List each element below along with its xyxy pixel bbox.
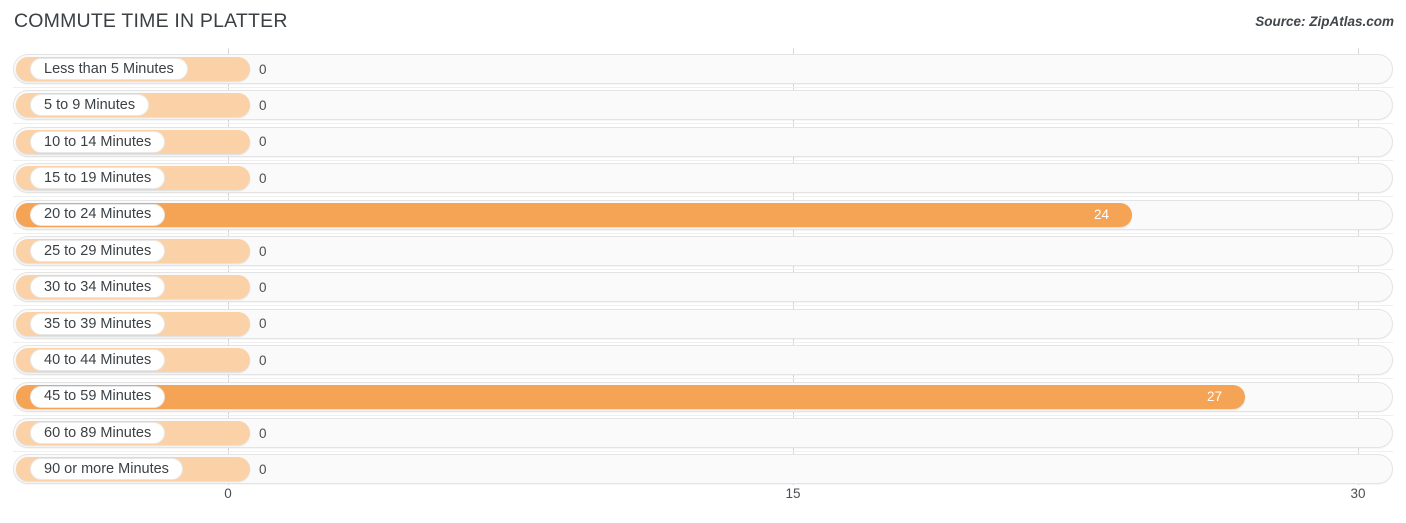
category-label: 90 or more Minutes bbox=[44, 461, 169, 478]
row-separator bbox=[13, 87, 1393, 88]
chart-row[interactable]: 35 to 39 Minutes 0 bbox=[0, 308, 1406, 339]
row-separator bbox=[13, 159, 1393, 161]
row-separator bbox=[13, 451, 1393, 452]
chart-row[interactable]: 45 to 59 Minutes 27 bbox=[0, 381, 1406, 412]
category-label-pill: 25 to 29 Minutes bbox=[30, 240, 166, 262]
category-label-pill: Less than 5 Minutes bbox=[30, 58, 188, 80]
chart-row[interactable]: 15 to 19 Minutes 0 bbox=[0, 163, 1406, 194]
category-label: 25 to 29 Minutes bbox=[44, 242, 152, 259]
category-label-pill: 20 to 24 Minutes bbox=[30, 203, 166, 226]
category-label-pill: 45 to 59 Minutes bbox=[30, 385, 166, 408]
chart-row[interactable]: Less than 5 Minutes 0 bbox=[0, 54, 1406, 84]
bar-value-label: 0 bbox=[259, 279, 267, 295]
bar-value-label: 24 bbox=[1094, 207, 1110, 223]
row-separator bbox=[13, 378, 1393, 380]
category-label: 60 to 89 Minutes bbox=[44, 424, 152, 441]
chart-row[interactable]: 90 or more Minutes 0 bbox=[0, 454, 1406, 485]
x-axis-tick-30: 30 bbox=[1350, 486, 1366, 501]
category-label-pill: 90 or more Minutes bbox=[30, 458, 183, 481]
bar-value-label: 0 bbox=[259, 243, 267, 259]
category-label: 40 to 44 Minutes bbox=[44, 351, 152, 368]
category-label-pill: 35 to 39 Minutes bbox=[30, 312, 166, 335]
bar-value-label: 0 bbox=[259, 61, 267, 77]
category-label: 15 to 19 Minutes bbox=[44, 169, 152, 186]
data-bar[interactable] bbox=[16, 384, 1245, 409]
row-separator bbox=[13, 196, 1393, 198]
category-label-pill: 15 to 19 Minutes bbox=[30, 167, 166, 190]
chart-row[interactable]: 40 to 44 Minutes 0 bbox=[0, 345, 1406, 376]
source-attribution: Source: ZipAtlas.com bbox=[1255, 14, 1394, 29]
x-axis: 0 15 30 bbox=[0, 486, 1406, 512]
chart-row[interactable]: 20 to 24 Minutes 24 bbox=[0, 199, 1406, 230]
category-label-pill: 10 to 14 Minutes bbox=[30, 130, 166, 153]
category-label: 45 to 59 Minutes bbox=[44, 388, 152, 405]
category-label-pill: 60 to 89 Minutes bbox=[30, 422, 166, 444]
page-title: COMMUTE TIME IN PLATTER bbox=[14, 10, 288, 32]
category-label: Less than 5 Minutes bbox=[44, 60, 174, 77]
category-label-pill: 40 to 44 Minutes bbox=[30, 349, 166, 372]
bar-value-label: 0 bbox=[259, 461, 267, 477]
row-separator bbox=[13, 414, 1393, 416]
chart-row[interactable]: 60 to 89 Minutes 0 bbox=[0, 418, 1406, 448]
chart-page: COMMUTE TIME IN PLATTER Source: ZipAtlas… bbox=[0, 0, 1406, 523]
category-label: 5 to 9 Minutes bbox=[44, 97, 136, 114]
plot-area: Less than 5 Minutes 0 5 to 9 Minutes 0 10 to… bbox=[0, 48, 1406, 485]
chart-row[interactable]: 5 to 9 Minutes 0 bbox=[0, 90, 1406, 121]
bar-value-label: 0 bbox=[259, 425, 267, 441]
data-bar[interactable] bbox=[16, 202, 1132, 227]
row-separator bbox=[13, 305, 1393, 307]
category-label: 10 to 14 Minutes bbox=[44, 133, 152, 150]
chart-row[interactable]: 25 to 29 Minutes 0 bbox=[0, 236, 1406, 266]
row-separator bbox=[13, 123, 1393, 125]
bar-value-label: 0 bbox=[259, 97, 267, 113]
chart-row[interactable]: 30 to 34 Minutes 0 bbox=[0, 272, 1406, 303]
category-label-pill: 5 to 9 Minutes bbox=[30, 94, 150, 117]
bar-value-label: 0 bbox=[259, 352, 267, 368]
chart-row[interactable]: 10 to 14 Minutes 0 bbox=[0, 126, 1406, 157]
x-axis-tick-0: 0 bbox=[224, 486, 232, 501]
category-label: 35 to 39 Minutes bbox=[44, 315, 152, 332]
category-label-pill: 30 to 34 Minutes bbox=[30, 276, 166, 299]
x-axis-tick-15: 15 bbox=[785, 486, 801, 501]
bar-value-label: 0 bbox=[259, 134, 267, 150]
bar-value-label: 27 bbox=[1207, 389, 1223, 405]
bar-value-label: 0 bbox=[259, 170, 267, 186]
category-label: 30 to 34 Minutes bbox=[44, 279, 152, 296]
row-separator bbox=[13, 341, 1393, 343]
row-separator bbox=[13, 269, 1393, 270]
category-label: 20 to 24 Minutes bbox=[44, 206, 152, 223]
row-separator bbox=[13, 232, 1393, 234]
bar-value-label: 0 bbox=[259, 316, 267, 332]
